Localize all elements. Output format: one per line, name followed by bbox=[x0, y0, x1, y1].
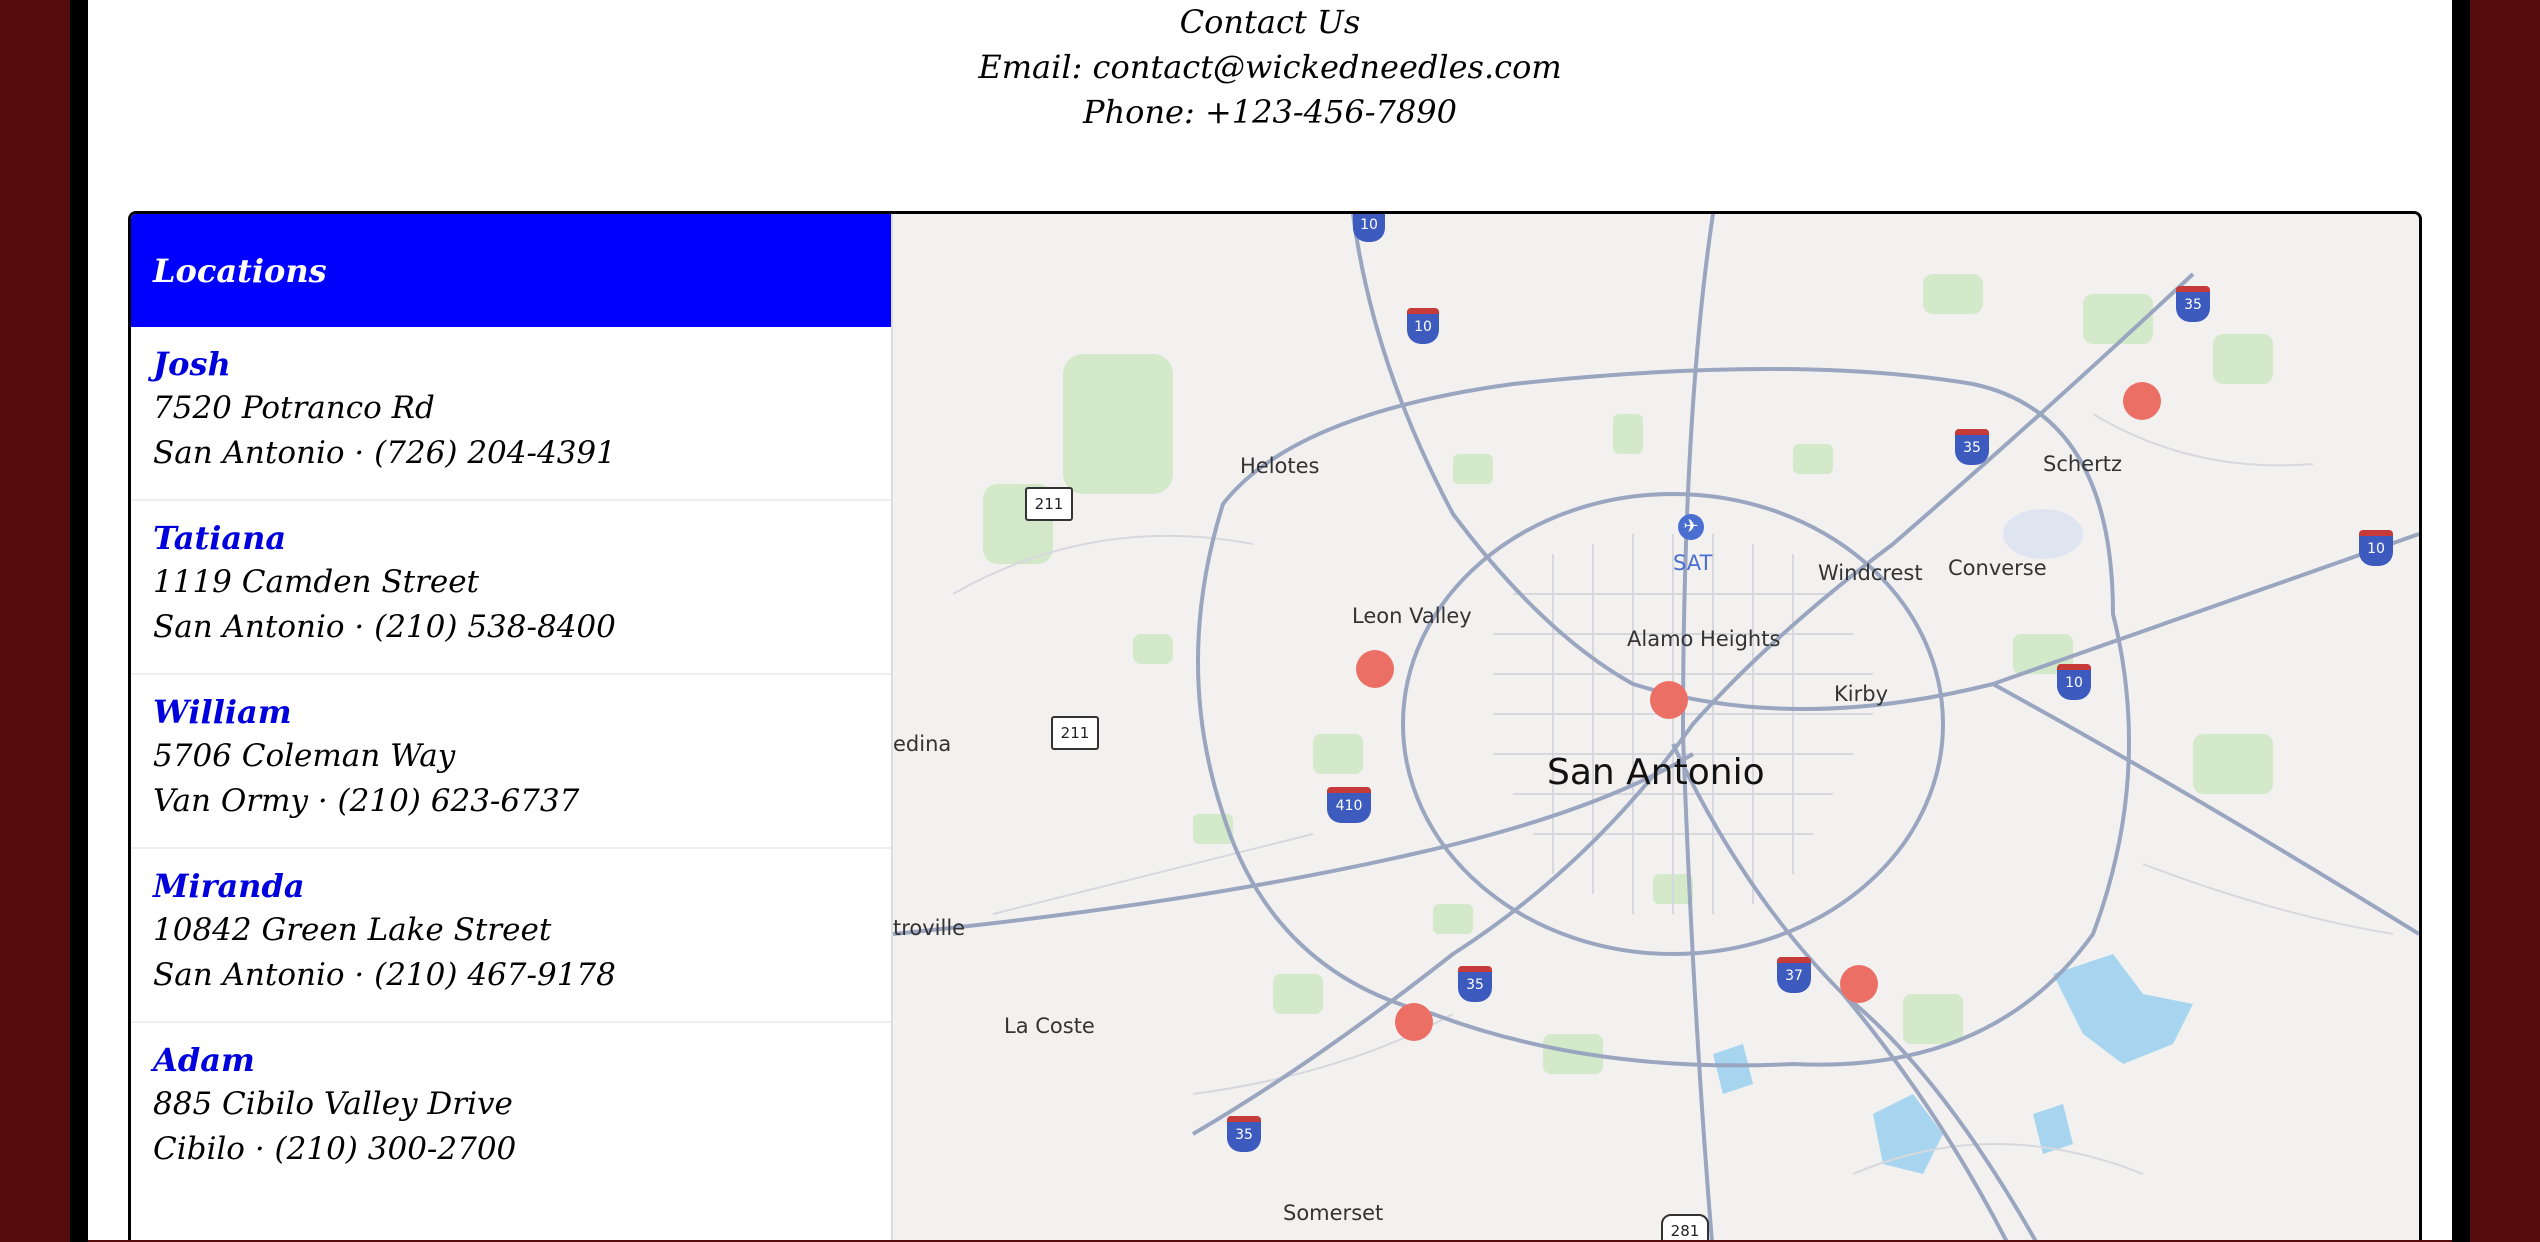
location-address: 885 Cibilo Valley Drive bbox=[153, 1086, 513, 1122]
map-pin-tatiana[interactable] bbox=[1650, 681, 1688, 719]
interstate-shield-icon: 10 bbox=[2057, 664, 2091, 700]
location-city-phone: San Antonio · (210) 538-8400 bbox=[153, 609, 616, 645]
interstate-shield-icon: 410 bbox=[1327, 787, 1371, 823]
interstate-shield-icon: 10 bbox=[1407, 308, 1439, 344]
map-label-sat: SAT bbox=[1673, 551, 1713, 575]
locations-title: Locations bbox=[153, 252, 327, 290]
location-name: William bbox=[153, 693, 292, 731]
location-name: Josh bbox=[153, 345, 231, 383]
interstate-shield-icon: 35 bbox=[1227, 1116, 1261, 1152]
map-view[interactable]: Helotes Leon Valley San Antonio Alamo He… bbox=[893, 214, 2419, 1240]
location-item-adam[interactable]: Adam 885 Cibilo Valley Drive Cibilo · (2… bbox=[131, 1023, 891, 1195]
location-address: 5706 Coleman Way bbox=[153, 738, 456, 774]
locations-header: Locations bbox=[131, 214, 891, 327]
interstate-shield-icon: 10 bbox=[2359, 530, 2393, 566]
page-frame-right-edge bbox=[2452, 0, 2470, 1242]
location-name: Tatiana bbox=[153, 519, 287, 557]
map-label-castroville: troville bbox=[893, 916, 966, 940]
map-minor-roads bbox=[952, 413, 2394, 1175]
location-address: 10842 Green Lake Street bbox=[153, 912, 552, 948]
interstate-shield-icon: 10 bbox=[1353, 214, 1385, 242]
map-label-medina: edina bbox=[893, 732, 952, 756]
location-item-tatiana[interactable]: Tatiana 1119 Camden Street San Antonio ·… bbox=[131, 501, 891, 675]
map-pin-miranda[interactable] bbox=[1840, 965, 1878, 1003]
location-city-phone: San Antonio · (210) 467-9178 bbox=[153, 957, 616, 993]
location-item-josh[interactable]: Josh 7520 Potranco Rd San Antonio · (726… bbox=[131, 327, 891, 501]
us-route-shield-icon: 281 bbox=[1661, 1214, 1709, 1240]
location-address: 1119 Camden Street bbox=[153, 564, 480, 600]
contact-phone[interactable]: Phone: +123-456-7890 bbox=[88, 90, 2452, 135]
location-city-phone: San Antonio · (726) 204-4391 bbox=[153, 435, 616, 471]
map-label-la-coste: La Coste bbox=[1004, 1014, 1095, 1038]
map-pin-adam[interactable] bbox=[2123, 382, 2161, 420]
state-route-shield-icon: 211 bbox=[1051, 716, 1099, 750]
location-city-phone: Van Ormy · (210) 623-6737 bbox=[153, 783, 580, 819]
map-label-schertz: Schertz bbox=[2043, 452, 2122, 476]
map-pin-william[interactable] bbox=[1395, 1003, 1433, 1041]
interstate-shield-icon: 35 bbox=[1458, 966, 1492, 1002]
interstate-shield-icon: 35 bbox=[1955, 429, 1989, 465]
map-label-helotes: Helotes bbox=[1240, 454, 1320, 478]
map-label-san-antonio: San Antonio bbox=[1547, 752, 1765, 793]
map-label-leon-valley: Leon Valley bbox=[1352, 604, 1472, 628]
locations-sidebar: Locations Josh 7520 Potranco Rd San Anto… bbox=[131, 214, 893, 1240]
page-content: Contact Us Email: contact@wickedneedles.… bbox=[88, 0, 2452, 1240]
location-name: Miranda bbox=[153, 867, 305, 905]
location-item-william[interactable]: William 5706 Coleman Way Van Ormy · (210… bbox=[131, 675, 891, 849]
airport-icon: ✈ bbox=[1678, 514, 1704, 540]
location-address: 7520 Potranco Rd bbox=[153, 390, 435, 426]
contact-title: Contact Us bbox=[1179, 3, 1361, 41]
locations-card: Locations Josh 7520 Potranco Rd San Anto… bbox=[128, 211, 2422, 1240]
contact-email[interactable]: Email: contact@wickedneedles.com bbox=[88, 45, 2452, 90]
map-label-converse: Converse bbox=[1948, 556, 2047, 580]
interstate-shield-icon: 37 bbox=[1777, 957, 1811, 993]
map-label-somerset: Somerset bbox=[1283, 1201, 1384, 1225]
contact-section: Contact Us Email: contact@wickedneedles.… bbox=[88, 0, 2452, 135]
page-frame-left-edge bbox=[70, 0, 88, 1242]
interstate-shield-icon: 35 bbox=[2176, 286, 2210, 322]
location-item-miranda[interactable]: Miranda 10842 Green Lake Street San Anto… bbox=[131, 849, 891, 1023]
location-name: Adam bbox=[153, 1041, 255, 1079]
map-pin-josh[interactable] bbox=[1356, 650, 1394, 688]
map-label-kirby: Kirby bbox=[1834, 682, 1888, 706]
state-route-shield-icon: 211 bbox=[1025, 487, 1073, 521]
map-roads bbox=[893, 214, 2419, 1240]
map-label-alamo-heights: Alamo Heights bbox=[1627, 627, 1781, 651]
location-city-phone: Cibilo · (210) 300-2700 bbox=[153, 1131, 517, 1167]
map-label-windcrest: Windcrest bbox=[1818, 561, 1923, 585]
